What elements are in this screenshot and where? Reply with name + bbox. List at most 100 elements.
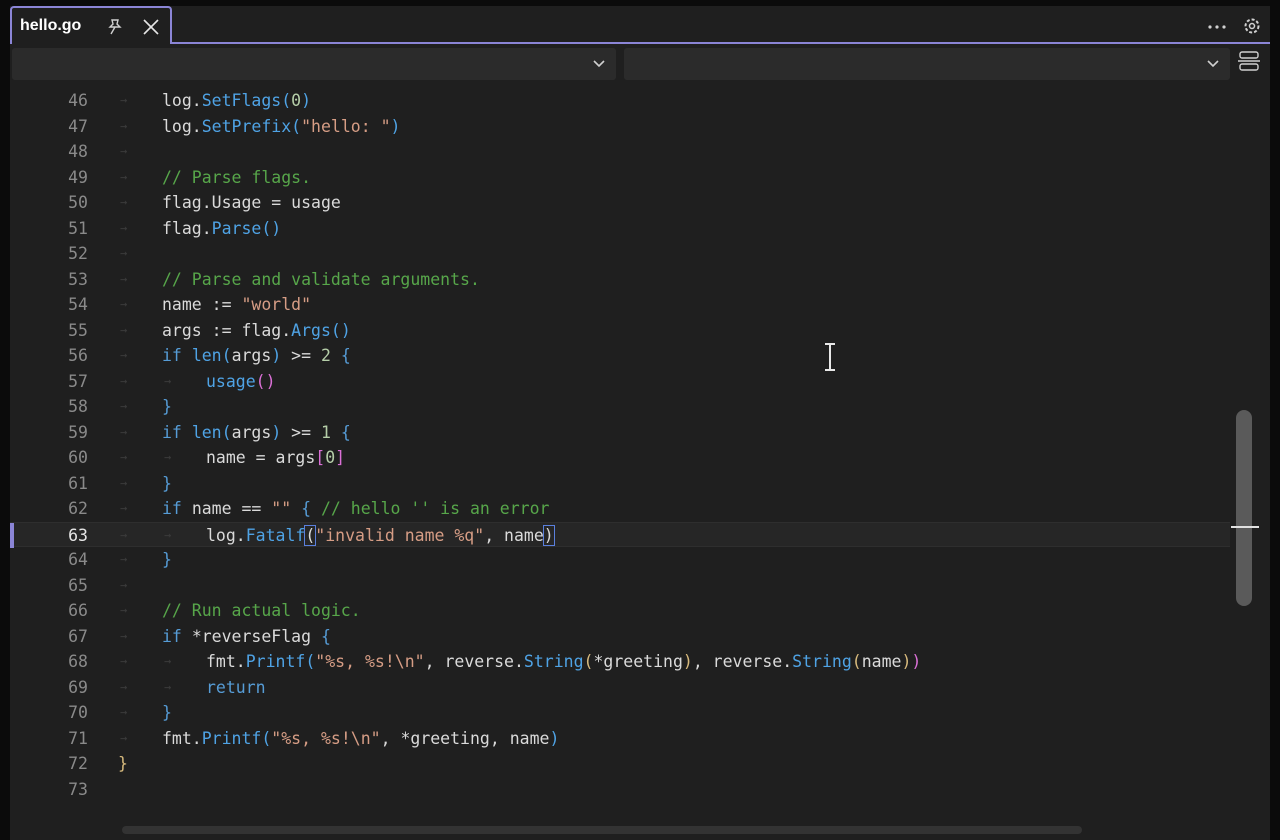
code-token: () [330,320,351,340]
code-line[interactable]: 66 → // Run actual logic. [10,598,1230,623]
vertical-scrollbar-thumb[interactable] [1236,410,1252,606]
line-number: 65 [68,575,88,595]
code-token: } [162,703,172,722]
code-token: ( [221,346,232,365]
code-text: name := "world" [162,292,311,317]
tab-whitespace-marker: → [120,527,128,542]
code-line[interactable]: 55 → args := flag.Args() [10,318,1230,343]
tab-whitespace-marker: → [120,322,128,337]
code-token: len [191,346,222,365]
code-text: usage() [206,369,276,394]
code-token: } [162,550,172,569]
code-line[interactable]: 53 → // Parse and validate arguments. [10,267,1230,292]
code-text: args := flag.Args() [162,318,351,343]
tab-whitespace-marker: → [120,424,128,439]
code-line[interactable]: 70 →} [10,700,1230,725]
code-token: name := [162,295,242,314]
text-cursor-icon [825,343,835,371]
code-text: log.SetFlags(0) [162,88,311,113]
code-line[interactable]: 61 →} [10,471,1230,496]
code-token: { [291,499,312,518]
code-text: fmt.Printf("%s, %s!\n", *greeting, name) [162,726,559,751]
code-token: args [231,422,272,442]
code-token: String [792,652,852,671]
code-line[interactable]: 71 → fmt.Printf("%s, %s!\n", *greeting, na… [10,726,1230,751]
close-icon[interactable] [142,18,160,36]
code-token: ( [583,652,594,671]
tab-hello-go[interactable]: hello.go [10,6,172,44]
tab-whitespace-marker: → [120,118,128,133]
code-line[interactable]: 50 → flag.Usage = usage [10,190,1230,215]
code-token: { [311,626,331,646]
code-token: Args [291,320,331,340]
code-token: // Parse flags. [162,167,312,187]
tab-whitespace-marker: → [120,679,128,694]
code-token: fmt. [162,728,202,748]
code-token: 1 [321,422,331,442]
pin-icon[interactable] [106,18,124,36]
line-number: 69 [68,677,88,697]
tab-whitespace-marker: → [120,730,128,745]
more-icon[interactable] [1204,18,1230,36]
chevron-down-icon [593,60,605,68]
line-number: 70 [68,703,88,722]
code-token: log. [162,91,202,110]
line-number: 57 [68,371,88,391]
code-line[interactable]: 56 → if len(args) >= 2 { [10,343,1230,368]
split-icon[interactable] [1238,50,1260,72]
code-token: ) [549,728,560,748]
code-line[interactable]: 49 → // Parse flags. [10,165,1230,190]
gear-icon[interactable] [1242,16,1262,36]
code-token: log. [162,116,202,136]
type-dropdown[interactable] [12,48,616,80]
code-text: // Run actual logic. [162,598,361,623]
member-dropdown[interactable] [624,48,1230,80]
code-text: } [162,547,172,572]
code-line[interactable]: 46 → log.SetFlags(0) [10,88,1230,113]
code-line[interactable]: 57 → → usage() [10,369,1230,394]
code-line[interactable]: 68 → → fmt.Printf("%s, %s!\n", reverse.Stri… [10,649,1230,674]
code-line[interactable]: 69 → → return [10,675,1230,700]
code-token: ( [221,422,232,442]
code-line[interactable]: 64 →} [10,547,1230,572]
current-line-marker [10,522,14,548]
code-line[interactable]: 72} [10,751,1230,776]
code-token: { [330,346,351,365]
code-token: if [162,346,192,365]
code-token: , *greeting, name [380,728,550,748]
code-token: SetPrefix [201,116,292,136]
code-text: // Parse flags. [162,165,311,190]
line-number: 49 [68,167,88,187]
code-line[interactable]: 52 → [10,241,1230,266]
horizontal-scrollbar[interactable] [122,826,1082,834]
code-line[interactable]: 58 →} [10,394,1230,419]
code-token: // hello '' is an error [311,499,550,518]
code-line[interactable]: 59 → if len(args) >= 1 { [10,420,1230,445]
tab-whitespace-marker: → [164,450,172,464]
code-token: ) [390,116,401,136]
code-line[interactable]: 60 → → name = args[0] [10,445,1230,470]
code-token: , reverse. [424,652,524,671]
tab-whitespace-marker: → [120,169,128,184]
code-token: len [191,422,222,442]
code-text: name = args[0] [206,445,345,470]
code-editor[interactable]: 46 → log.SetFlags(0) 47 → log.SetPrefix("hell… [10,84,1270,824]
code-line[interactable]: 48 → [10,139,1230,164]
code-line[interactable]: 51 → flag.Parse() [10,216,1230,241]
code-line[interactable]: 67 → if *reverseFlag { [10,624,1230,649]
code-line[interactable]: 62 → if name == "" { // hello '' is an err… [10,496,1230,521]
code-line[interactable]: 63 → → log.Fatalf("invalid name %q", name) [10,521,1230,548]
line-number: 53 [68,269,88,289]
code-token: ( [261,728,272,748]
code-token: ) [682,652,693,671]
code-line[interactable]: 73 [10,777,1230,802]
code-line[interactable]: 54 → name := "world" [10,292,1230,317]
code-line[interactable]: 47 → log.SetPrefix("hello: ") [10,114,1230,139]
line-number: 62 [68,499,88,518]
code-token: } [118,754,128,773]
editor-window: hello.go 46 → log.SetFlags(0) 47 → log.S… [10,6,1270,840]
code-line[interactable]: 65 → [10,573,1230,598]
code-token: name == [191,499,272,518]
code-text: } [162,394,172,419]
code-text: if len(args) >= 1 { [162,420,351,445]
